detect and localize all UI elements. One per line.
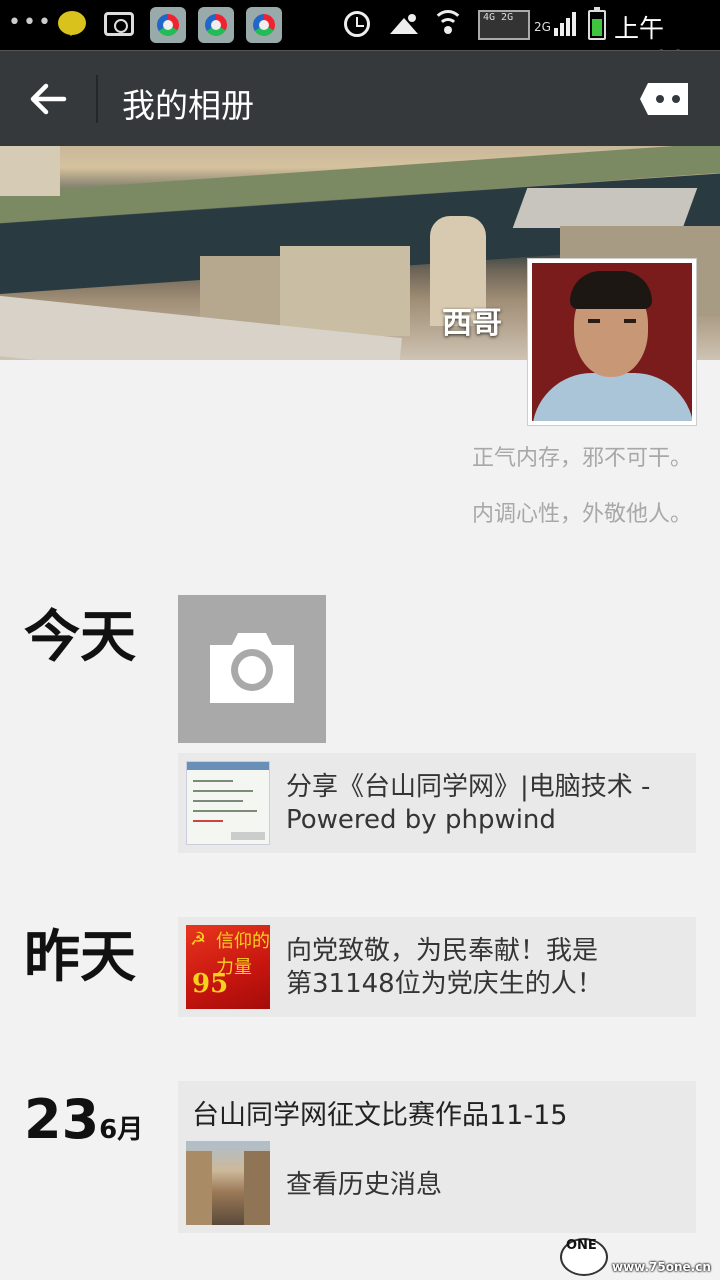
title-bar: 我的相册 (0, 50, 720, 146)
post-text: 向党致敬，为民奉献！我是 第31148位为党庆生的人！ (286, 936, 603, 999)
avatar[interactable] (527, 258, 697, 426)
status-bar: ••• 4G 2G 2G 上午11:28 (0, 0, 720, 74)
back-button[interactable] (18, 69, 78, 129)
app-notification-icon (150, 7, 186, 43)
post-text: 查看历史消息 (286, 1170, 443, 1200)
chat-notification-icon (58, 11, 86, 36)
bio-line-1: 正气内存，邪不可干。 (471, 446, 692, 471)
album-post[interactable]: 台山同学网征文比赛作品11-15 查看历史消息 (178, 1081, 696, 1233)
screenshot-icon (104, 12, 134, 36)
network-2g-label: 2G (534, 20, 551, 34)
album-post[interactable]: ☭ 信仰的力量 95 向党致敬，为民奉献！我是 第31148位为党庆生的人！ (178, 917, 696, 1017)
bio-line-2: 内调心性，外敬他人。 (471, 502, 692, 527)
watermark-url: www.75one.cn (612, 1260, 711, 1274)
day-label-yesterday: 昨天 (24, 925, 136, 990)
message-button[interactable] (636, 77, 696, 121)
app-notification-icon (198, 7, 234, 43)
date-month: 6月 (99, 1115, 144, 1145)
signal-icon (554, 12, 578, 36)
alarm-icon (344, 11, 370, 37)
post-thumbnail (186, 761, 270, 845)
battery-icon (588, 7, 606, 40)
chat-bubble-more-icon (640, 83, 688, 115)
hammer-sickle-icon: ☭ (190, 929, 207, 950)
app-notification-icon (246, 7, 282, 43)
post-text: 分享《台山同学网》|电脑技术 - Powered by phpwind (286, 772, 651, 835)
weather-icon (390, 14, 418, 34)
post-title: 台山同学网征文比赛作品11-15 (192, 1100, 568, 1131)
overflow-dots-icon: ••• (8, 10, 53, 35)
post-thumbnail: ☭ 信仰的力量 95 (186, 925, 270, 1009)
post-thumbnail (186, 1141, 270, 1225)
album-post[interactable]: 分享《台山同学网》|电脑技术 - Powered by phpwind (178, 753, 696, 853)
arrow-left-icon (30, 83, 67, 115)
day-label-today: 今天 (24, 605, 136, 670)
date-label: 236月 (24, 1088, 143, 1151)
watermark: ONE www.75one.cn (560, 1234, 720, 1280)
user-name: 西哥 (442, 306, 502, 341)
network-type-badge: 4G 2G (478, 10, 530, 40)
add-photo-button[interactable] (178, 595, 326, 743)
date-day: 23 (24, 1088, 100, 1151)
camera-icon (210, 633, 294, 703)
page-title: 我的相册 (122, 86, 254, 125)
globe-logo-icon: ONE (560, 1238, 608, 1276)
wifi-icon (432, 10, 464, 38)
title-divider (96, 75, 98, 123)
